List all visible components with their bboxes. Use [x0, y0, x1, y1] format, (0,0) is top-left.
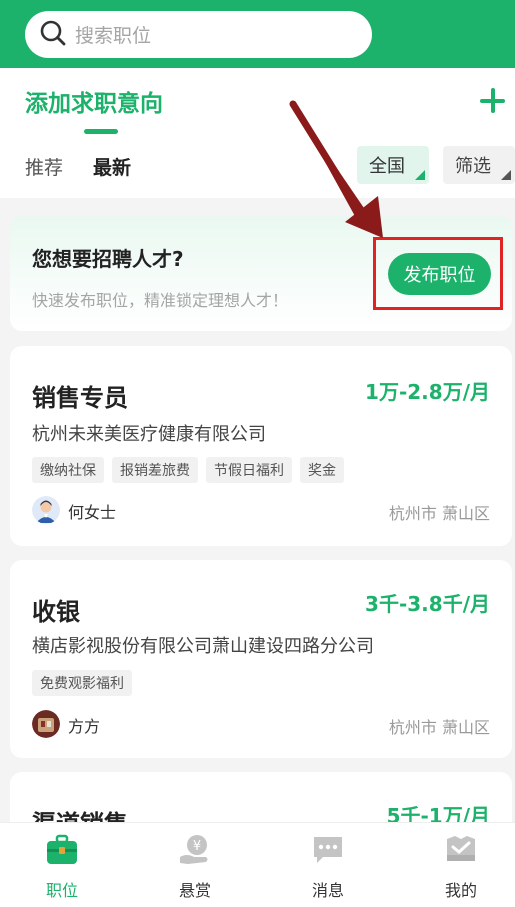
- area-filter-label: 全国: [369, 156, 405, 177]
- job-title: 销售专员: [32, 384, 128, 412]
- tab-recommend[interactable]: 推荐: [25, 153, 63, 180]
- company-name: 杭州未来美医疗健康有限公司: [32, 424, 266, 445]
- job-tag: 缴纳社保: [32, 457, 104, 483]
- search-icon: [39, 19, 67, 51]
- corner-triangle-icon: [415, 170, 425, 180]
- message-icon: [311, 833, 345, 867]
- filter-button[interactable]: 筛选: [443, 146, 515, 184]
- tab-jobs-label: 职位: [45, 881, 78, 900]
- tab-underline: [84, 129, 118, 134]
- tab-messages-label: 消息: [311, 881, 344, 900]
- promo-subtitle: 快速发布职位，精准锁定理想人才！: [32, 291, 289, 310]
- recruiter-avatar: [32, 496, 60, 524]
- job-salary: 3千-3.8千/月: [365, 592, 490, 616]
- tab-jobs[interactable]: 职位: [22, 833, 102, 901]
- tab-profile[interactable]: 我的: [421, 833, 501, 901]
- job-tag: 节假日福利: [206, 457, 292, 483]
- recruiter-name: 何女士: [68, 503, 117, 522]
- briefcase-icon: [45, 833, 79, 867]
- tab-latest[interactable]: 最新: [93, 153, 131, 180]
- tab-profile-label: 我的: [444, 881, 477, 900]
- job-location: 杭州市 萧山区: [388, 718, 490, 737]
- profile-icon: [444, 833, 478, 867]
- reward-icon: ¥: [178, 833, 212, 867]
- job-salary: 1万-2.8万/月: [365, 380, 490, 404]
- promo-title: 您想要招聘人才?: [32, 247, 184, 271]
- job-tag: 报销差旅费: [112, 457, 198, 483]
- tab-messages[interactable]: 消息: [288, 833, 368, 901]
- company-name: 横店影视股份有限公司萧山建设四路分公司: [32, 636, 374, 657]
- job-card[interactable]: 销售专员 1万-2.8万/月 杭州未来美医疗健康有限公司 缴纳社保 报销差旅费 …: [10, 346, 512, 546]
- job-card[interactable]: 收银 3千-3.8千/月 横店影视股份有限公司萧山建设四路分公司 免费观影福利 …: [10, 560, 512, 758]
- bottom-tab-bar: 职位 ¥ 悬赏 消息 我的: [0, 822, 515, 907]
- filter-label: 筛选: [455, 156, 491, 177]
- area-filter-button[interactable]: 全国: [357, 146, 429, 184]
- header-panel: 添加求职意向 推荐 最新 全国 筛选: [0, 68, 515, 198]
- annotation-highlight-box: [373, 237, 503, 310]
- job-location: 杭州市 萧山区: [388, 504, 490, 523]
- job-tags: 免费观影福利: [32, 670, 132, 696]
- add-job-intent-link[interactable]: 添加求职意向: [25, 84, 163, 118]
- job-tags: 缴纳社保 报销差旅费 节假日福利 奖金: [32, 457, 344, 483]
- top-bar: 搜索职位: [0, 0, 515, 68]
- tab-reward-label: 悬赏: [178, 881, 211, 900]
- tab-reward[interactable]: ¥ 悬赏: [155, 833, 235, 901]
- recruiter-avatar: [32, 710, 60, 738]
- plus-icon[interactable]: [478, 86, 508, 116]
- svg-text:¥: ¥: [193, 839, 201, 854]
- job-tag: 奖金: [300, 457, 344, 483]
- search-input[interactable]: 搜索职位: [25, 11, 372, 58]
- job-tag: 免费观影福利: [32, 670, 132, 696]
- search-placeholder: 搜索职位: [75, 25, 152, 47]
- corner-triangle-icon: [501, 170, 511, 180]
- job-title: 收银: [32, 598, 80, 626]
- recruiter-name: 方方: [68, 717, 101, 736]
